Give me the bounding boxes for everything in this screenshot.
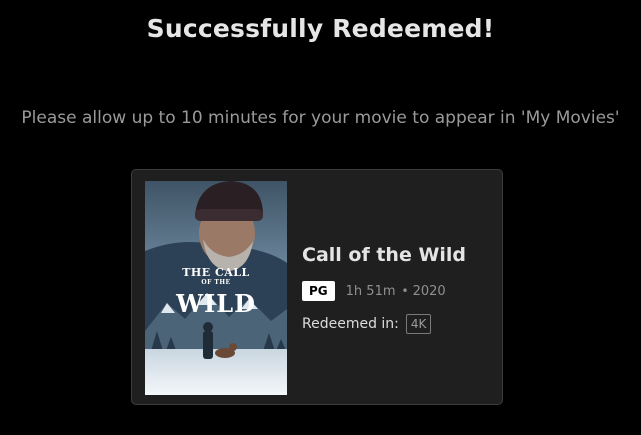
movie-year: 2020	[412, 283, 446, 299]
poster-title-top: THE CALL	[182, 266, 250, 279]
movie-card[interactable]: THE CALL OF THE WILD Call of the Wild PG…	[131, 169, 503, 405]
meta-separator: •	[401, 284, 409, 298]
movie-poster[interactable]: THE CALL OF THE WILD	[145, 181, 287, 395]
redeemed-label: Redeemed in:	[302, 316, 399, 332]
movie-runtime: 1h 51m	[345, 283, 396, 299]
poster-title-main: WILD	[176, 289, 256, 318]
poster-title-logo: THE CALL OF THE WILD	[145, 267, 287, 316]
movie-meta: PG 1h 51m • 2020	[302, 281, 446, 301]
poster-title-of: OF THE	[201, 279, 231, 286]
rating-badge: PG	[302, 281, 335, 301]
movie-title[interactable]: Call of the Wild	[302, 244, 466, 266]
redeemed-info: Redeemed in: 4K	[302, 313, 432, 335]
success-title: Successfully Redeemed!	[146, 14, 495, 43]
format-badge: 4K	[405, 314, 432, 334]
redeem-message: Please allow up to 10 minutes for your m…	[21, 108, 620, 128]
